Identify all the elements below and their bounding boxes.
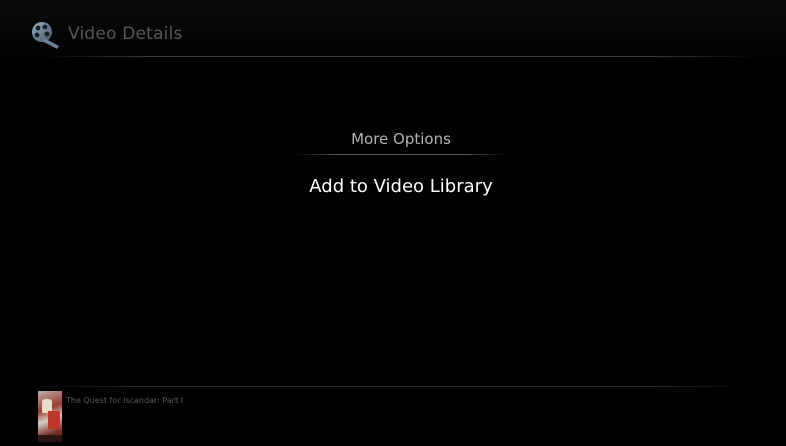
header-divider: [40, 56, 760, 57]
header-bar: Video Details: [0, 0, 786, 62]
video-reel-icon: [30, 20, 62, 50]
movie-poster-thumbnail: [38, 391, 62, 442]
now-playing-title: The Quest for Iscandar: Part I: [66, 396, 184, 405]
menu-divider: [295, 154, 507, 155]
options-menu: More Options Add to Video Library: [295, 125, 507, 199]
page-title: Video Details: [68, 24, 183, 44]
footer-divider: [35, 386, 755, 387]
add-to-video-library-button[interactable]: Add to Video Library: [275, 175, 527, 199]
menu-title: More Options: [351, 130, 451, 148]
